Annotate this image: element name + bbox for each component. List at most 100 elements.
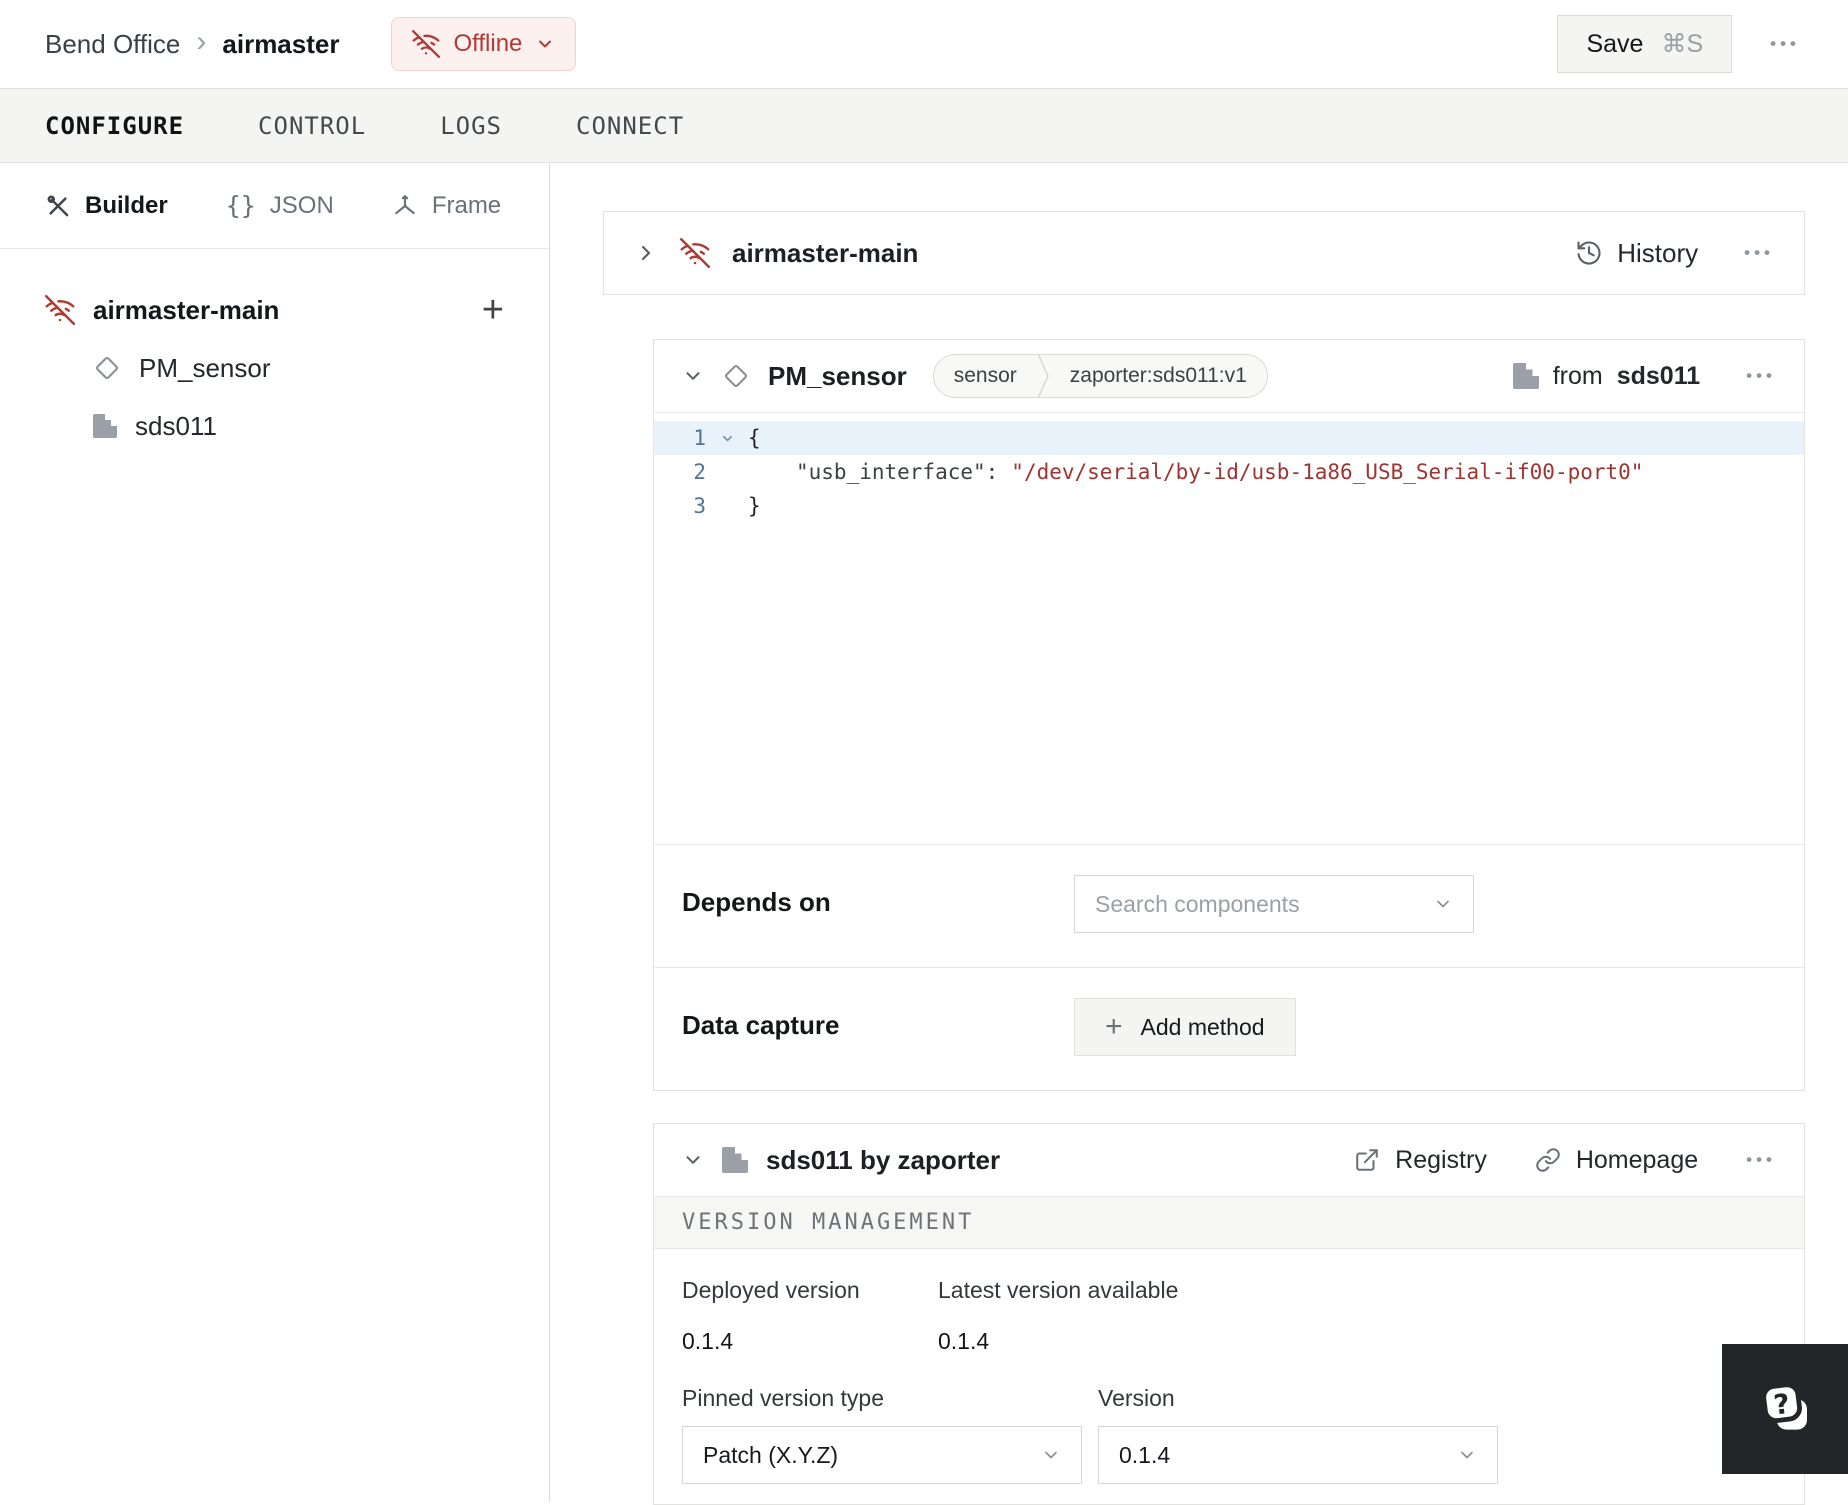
code-line-3: 3 }: [654, 489, 1804, 523]
more-icon[interactable]: •••: [1744, 243, 1774, 263]
module-icon: [722, 1147, 748, 1173]
main-panel: airmaster-main History ••• PM_sensor sen…: [550, 163, 1848, 1505]
more-icon[interactable]: •••: [1746, 1150, 1776, 1170]
view-switcher: Builder {} JSON Frame: [0, 163, 549, 249]
machine-part-title: airmaster-main: [732, 237, 919, 268]
fold-toggle-icon[interactable]: [706, 431, 748, 446]
tab-logs[interactable]: LOGS: [440, 112, 502, 140]
depends-on-row: Depends on Search components: [654, 844, 1804, 967]
view-frame[interactable]: Frame: [392, 192, 501, 220]
version-label: Version: [1098, 1385, 1175, 1411]
wifi-off-icon: [45, 295, 75, 325]
tree-machine-label: airmaster-main: [93, 294, 280, 325]
component-tree: airmaster-main + PM_sensor sds011: [0, 249, 549, 487]
chevron-right-icon[interactable]: [634, 241, 658, 265]
view-builder[interactable]: Builder: [45, 192, 168, 220]
tree-pm-sensor-label: PM_sensor: [139, 352, 271, 383]
from-module-link[interactable]: from sds011: [1512, 361, 1701, 391]
code-text: }: [748, 494, 761, 518]
help-icon: ?: [1752, 1376, 1818, 1442]
link-icon: [1535, 1147, 1561, 1173]
deployed-version-label: Deployed version: [682, 1277, 860, 1303]
view-builder-label: Builder: [85, 191, 168, 219]
version-value: 0.1.4: [1119, 1441, 1171, 1468]
data-capture-label: Data capture: [682, 1010, 840, 1040]
code-text: {: [748, 426, 761, 450]
view-json[interactable]: {} JSON: [226, 191, 334, 220]
chevron-down-icon[interactable]: [682, 1149, 704, 1171]
depends-on-placeholder: Search components: [1095, 890, 1300, 917]
tree-sds011-label: sds011: [135, 410, 217, 441]
deployed-version: Deployed version 0.1.4: [682, 1277, 938, 1355]
chevron-down-icon: [1041, 1445, 1061, 1465]
view-frame-label: Frame: [431, 191, 502, 219]
chevron-down-icon: [1457, 1445, 1477, 1465]
view-json-label: JSON: [269, 191, 334, 219]
save-button-label: Save: [1586, 29, 1644, 58]
diamond-icon: [93, 354, 121, 382]
chevron-right-icon: ›: [196, 25, 207, 58]
history-icon: [1575, 239, 1603, 267]
component-type-badge: sensor zaporter:sds011:v1: [932, 354, 1268, 398]
module-title: sds011 by zaporter: [766, 1144, 1001, 1175]
pinned-version-type-field: Pinned version type Patch (X.Y.Z): [682, 1385, 1082, 1484]
more-icon[interactable]: •••: [1770, 34, 1800, 54]
save-button[interactable]: Save ⌘S: [1557, 15, 1733, 73]
status-badge-label: Offline: [453, 30, 523, 57]
registry-label: Registry: [1395, 1145, 1487, 1174]
tree-item-sds011[interactable]: sds011: [45, 397, 504, 455]
history-button[interactable]: History: [1575, 238, 1698, 269]
pinned-version-type-value: Patch (X.Y.Z): [703, 1441, 839, 1468]
add-method-button[interactable]: + Add method: [1074, 998, 1296, 1056]
tools-icon: [45, 193, 71, 219]
line-number: 3: [693, 494, 706, 518]
wifi-off-icon: [680, 238, 710, 268]
line-number: 2: [693, 460, 706, 484]
version-select[interactable]: 0.1.4: [1098, 1426, 1498, 1484]
main-tab-bar: CONFIGURE CONTROL LOGS CONNECT: [0, 88, 1848, 163]
tab-connect[interactable]: CONNECT: [576, 112, 684, 140]
add-component-button[interactable]: +: [482, 291, 504, 329]
badge-divider: [1037, 355, 1049, 397]
axes-icon: [392, 193, 418, 219]
wifi-off-icon: [412, 30, 441, 58]
code-json-string-value: "/dev/serial/by-id/usb-1a86_USB_Serial-i…: [1011, 460, 1644, 484]
top-bar: Bend Office › airmaster Offline Save ⌘S …: [0, 0, 1848, 88]
help-button[interactable]: ?: [1722, 1344, 1848, 1474]
code-line-2: 2 "usb_interface": "/dev/serial/by-id/us…: [654, 455, 1804, 489]
latest-version-label: Latest version available: [938, 1277, 1179, 1303]
attributes-json-editor[interactable]: 1 { 2 "usb_interface": "/dev/serial/by-i…: [654, 412, 1804, 844]
chevron-down-icon: [535, 34, 555, 54]
latest-version: Latest version available 0.1.4: [938, 1277, 1178, 1355]
tab-configure[interactable]: CONFIGURE: [45, 112, 184, 140]
pm-sensor-card-header: PM_sensor sensor zaporter:sds011:v1 from…: [654, 340, 1804, 412]
code-line-1: 1 {: [654, 421, 1804, 455]
chevron-down-icon: [1433, 894, 1453, 914]
pm-sensor-card: PM_sensor sensor zaporter:sds011:v1 from…: [653, 339, 1805, 1091]
external-link-icon: [1354, 1147, 1380, 1173]
tree-item-pm-sensor[interactable]: PM_sensor: [45, 339, 504, 397]
depends-on-select[interactable]: Search components: [1074, 875, 1474, 933]
braces-icon: {}: [225, 191, 256, 220]
breadcrumb-location[interactable]: Bend Office: [45, 29, 180, 60]
diamond-icon: [722, 362, 750, 390]
pinned-version-type-label: Pinned version type: [682, 1385, 885, 1411]
tab-control[interactable]: CONTROL: [258, 112, 366, 140]
version-management-body: Deployed version 0.1.4 Latest version av…: [654, 1249, 1804, 1504]
module-icon: [93, 414, 117, 438]
registry-link[interactable]: Registry: [1354, 1146, 1487, 1175]
add-method-label: Add method: [1140, 1013, 1265, 1040]
pinned-version-type-select[interactable]: Patch (X.Y.Z): [682, 1426, 1082, 1484]
breadcrumb-machine: airmaster: [222, 28, 340, 59]
deployed-version-value: 0.1.4: [682, 1328, 734, 1354]
sidebar: Builder {} JSON Frame airmaster-main + P…: [0, 163, 550, 1502]
badge-type: sensor: [953, 364, 1017, 387]
tree-item-machine[interactable]: airmaster-main +: [45, 281, 504, 339]
homepage-link[interactable]: Homepage: [1535, 1146, 1698, 1175]
from-module-name: sds011: [1616, 361, 1701, 390]
more-icon[interactable]: •••: [1746, 366, 1776, 386]
component-title: PM_sensor: [768, 360, 907, 391]
chevron-down-icon[interactable]: [682, 365, 704, 387]
machine-status-dropdown[interactable]: Offline: [391, 17, 577, 71]
latest-version-value: 0.1.4: [938, 1328, 990, 1354]
